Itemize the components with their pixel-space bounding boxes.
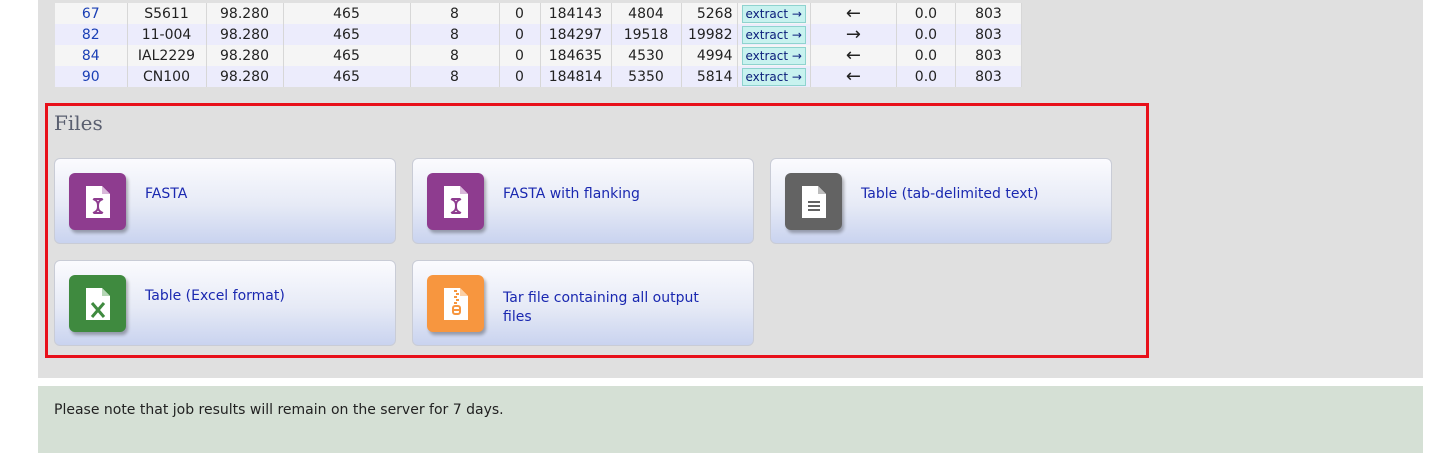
extract-cell: extract → xyxy=(737,66,811,87)
mismatches-cell: 8 xyxy=(410,24,500,45)
mismatches-cell: 8 xyxy=(410,66,500,87)
file-link-fasta-flanking[interactable]: FASTA with flanking xyxy=(503,185,723,204)
files-section-title: Files xyxy=(54,111,103,135)
strain-cell: 11-004 xyxy=(127,24,207,45)
dna-file-icon xyxy=(427,173,484,230)
extract-button[interactable]: extract → xyxy=(741,46,806,65)
length-cell: 465 xyxy=(283,3,411,24)
results-table: 67 S5611 98.280 465 8 0 184143 4804 5268… xyxy=(55,3,1022,87)
query-end-cell: 5268 xyxy=(681,3,738,24)
table-row: 84 IAL2229 98.280 465 8 0 184635 4530 49… xyxy=(55,45,1022,66)
file-card-fasta-flanking[interactable]: FASTA with flanking xyxy=(412,158,754,244)
identity-cell: 98.280 xyxy=(206,3,284,24)
gaps-cell: 0 xyxy=(499,24,541,45)
query-start-cell: 19518 xyxy=(611,24,682,45)
zip-file-icon xyxy=(427,275,484,332)
hit-id-link[interactable]: 82 xyxy=(55,24,128,45)
score-cell: 803 xyxy=(955,24,1022,45)
gaps-cell: 0 xyxy=(499,66,541,87)
strain-cell: S5611 xyxy=(127,3,207,24)
mismatches-cell: 8 xyxy=(410,3,500,24)
strand-arrow-icon: → xyxy=(810,24,897,45)
hit-id-link[interactable]: 67 xyxy=(55,3,128,24)
strain-cell: IAL2229 xyxy=(127,45,207,66)
excel-file-icon xyxy=(69,275,126,332)
dna-file-icon xyxy=(69,173,126,230)
strain-cell: CN100 xyxy=(127,66,207,87)
query-start-cell: 4804 xyxy=(611,3,682,24)
hit-id-link[interactable]: 84 xyxy=(55,45,128,66)
strand-arrow-icon: ← xyxy=(810,3,897,24)
file-card-table-excel[interactable]: Table (Excel format) xyxy=(54,260,396,346)
file-link-fasta[interactable]: FASTA xyxy=(145,185,365,204)
identity-cell: 98.280 xyxy=(206,66,284,87)
seq-start-cell: 184814 xyxy=(540,66,612,87)
identity-cell: 98.280 xyxy=(206,45,284,66)
table-row: 82 11-004 98.280 465 8 0 184297 19518 19… xyxy=(55,24,1022,45)
extract-button[interactable]: extract → xyxy=(741,4,806,23)
file-card-fasta[interactable]: FASTA xyxy=(54,158,396,244)
query-end-cell: 4994 xyxy=(681,45,738,66)
seq-start-cell: 184297 xyxy=(540,24,612,45)
gaps-cell: 0 xyxy=(499,45,541,66)
identity-cell: 98.280 xyxy=(206,24,284,45)
table-row: 90 CN100 98.280 465 8 0 184814 5350 5814… xyxy=(55,66,1022,87)
seq-start-cell: 184635 xyxy=(540,45,612,66)
retention-note-text: Please note that job results will remain… xyxy=(54,402,504,418)
file-card-tar-archive[interactable]: Tar file containing all output files xyxy=(412,260,754,346)
length-cell: 465 xyxy=(283,24,411,45)
hit-id-link[interactable]: 90 xyxy=(55,66,128,87)
retention-note-panel xyxy=(38,386,1423,453)
score-cell: 803 xyxy=(955,45,1022,66)
seq-start-cell: 184143 xyxy=(540,3,612,24)
file-link-tar-archive[interactable]: Tar file containing all output files xyxy=(503,289,723,327)
evalue-cell: 0.0 xyxy=(896,66,956,87)
query-start-cell: 4530 xyxy=(611,45,682,66)
mismatches-cell: 8 xyxy=(410,45,500,66)
extract-button[interactable]: extract → xyxy=(741,67,806,86)
file-card-table-text[interactable]: Table (tab-delimited text) xyxy=(770,158,1112,244)
length-cell: 465 xyxy=(283,66,411,87)
query-end-cell: 19982 xyxy=(681,24,738,45)
score-cell: 803 xyxy=(955,3,1022,24)
evalue-cell: 0.0 xyxy=(896,3,956,24)
evalue-cell: 0.0 xyxy=(896,24,956,45)
extract-button[interactable]: extract → xyxy=(741,25,806,44)
strand-arrow-icon: ← xyxy=(810,66,897,87)
query-end-cell: 5814 xyxy=(681,66,738,87)
file-link-table-text[interactable]: Table (tab-delimited text) xyxy=(861,185,1081,204)
query-start-cell: 5350 xyxy=(611,66,682,87)
length-cell: 465 xyxy=(283,45,411,66)
extract-cell: extract → xyxy=(737,45,811,66)
strand-arrow-icon: ← xyxy=(810,45,897,66)
gaps-cell: 0 xyxy=(499,3,541,24)
text-file-icon xyxy=(785,173,842,230)
extract-cell: extract → xyxy=(737,3,811,24)
extract-cell: extract → xyxy=(737,24,811,45)
score-cell: 803 xyxy=(955,66,1022,87)
evalue-cell: 0.0 xyxy=(896,45,956,66)
table-row: 67 S5611 98.280 465 8 0 184143 4804 5268… xyxy=(55,3,1022,24)
file-link-table-excel[interactable]: Table (Excel format) xyxy=(145,287,365,306)
